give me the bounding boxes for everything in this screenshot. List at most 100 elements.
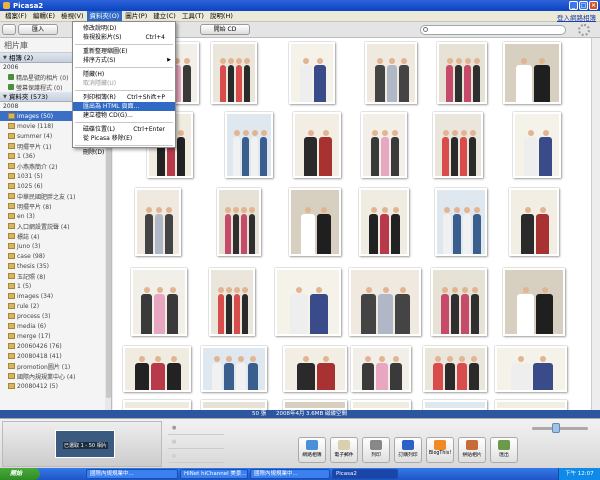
dropdown-menu-item[interactable]: 排序方式(S) ▶	[73, 56, 175, 65]
photo-thumbnail[interactable]	[351, 346, 411, 392]
search-input[interactable]	[420, 25, 566, 35]
photo-thumbnail[interactable]	[123, 346, 191, 392]
print-button[interactable]: 列印	[362, 437, 390, 463]
order-prints-button[interactable]: 訂購列印	[394, 437, 422, 463]
photo-thumbnail[interactable]	[225, 112, 273, 178]
minimize-button[interactable]: _	[569, 1, 578, 10]
folder-item[interactable]: process (3)	[0, 311, 111, 321]
folder-item[interactable]: 玉記照 (8)	[0, 271, 111, 281]
folder-item[interactable]: Juno (3)	[0, 241, 111, 251]
photo-thumbnail[interactable]	[211, 42, 257, 104]
dropdown-menu-item[interactable]: 修改說明(D)	[73, 24, 175, 33]
folder-item[interactable]: 1031 (5)	[0, 171, 111, 181]
grid-scrollbar[interactable]	[591, 38, 600, 410]
collage-button[interactable]: 拼貼相片	[458, 437, 486, 463]
folder-item[interactable]: 20060426 (76)	[0, 341, 111, 351]
taskbar-item[interactable]: HiNet hiChannel 美景...	[180, 469, 248, 479]
dropdown-menu-item[interactable]: 從 Picasa 移除(E)	[73, 134, 175, 143]
photo-thumbnail[interactable]	[513, 112, 561, 178]
close-button[interactable]: ×	[589, 1, 598, 10]
photo-thumbnail[interactable]	[289, 188, 341, 256]
dropdown-menu-item[interactable]: 匯出為 HTML 頁面...	[73, 102, 175, 111]
taskbar-item[interactable]: 國際內規規業中...	[86, 469, 178, 479]
photo-thumbnail[interactable]	[131, 268, 187, 336]
menu-tools[interactable]: 工具(T)	[179, 11, 207, 21]
photo-thumbnail[interactable]	[209, 268, 255, 336]
folder-item[interactable]: 1 (5)	[0, 281, 111, 291]
scrollbar-thumb[interactable]	[106, 138, 111, 398]
clear-button[interactable]: ◎	[168, 435, 224, 449]
folder-item[interactable]: rule (2)	[0, 301, 111, 311]
sign-in-web-albums-link[interactable]: 登入網路相簿	[557, 12, 596, 22]
photo-thumbnail[interactable]	[351, 400, 411, 410]
taskbar-item[interactable]: 國際內規規業中...	[250, 469, 330, 479]
photo-thumbnail[interactable]	[437, 42, 487, 104]
photo-thumbnail[interactable]	[361, 112, 407, 178]
photo-thumbnail[interactable]	[433, 112, 483, 178]
folder-item[interactable]: media (6)	[0, 321, 111, 331]
folder-item[interactable]: 20080418 (41)	[0, 351, 111, 361]
dropdown-menu-item[interactable]: 檢視投影片(S) Ctrl+4	[73, 33, 175, 42]
folder-item[interactable]: images (34)	[0, 291, 111, 301]
photo-thumbnail[interactable]	[423, 400, 487, 410]
photo-thumbnail[interactable]	[509, 188, 559, 256]
folder-item[interactable]: en (3)	[0, 211, 111, 221]
photo-thumbnail[interactable]	[217, 188, 261, 256]
folder-item[interactable]: 20080412 (5)	[0, 381, 111, 391]
photo-thumbnail[interactable]	[495, 400, 567, 410]
photo-thumbnail[interactable]	[201, 346, 267, 392]
photo-thumbnail[interactable]	[423, 346, 487, 392]
folder-item[interactable]: 1025 (6)	[0, 181, 111, 191]
folder-item[interactable]: promotion圖片 (1)	[0, 361, 111, 371]
library-scrollbar[interactable]	[105, 138, 111, 410]
folder-item[interactable]: merge (17)	[0, 331, 111, 341]
photo-thumbnail[interactable]	[359, 188, 409, 256]
folder-item[interactable]: 小燕燕簡介 (2)	[0, 161, 111, 171]
start-button[interactable]: 開始	[0, 468, 40, 480]
hold-button[interactable]: ●	[168, 421, 224, 435]
photo-thumbnail[interactable]	[349, 268, 421, 336]
photo-thumbnail[interactable]	[283, 400, 347, 410]
photo-thumbnail[interactable]	[293, 112, 341, 178]
photo-thumbnail[interactable]	[503, 268, 565, 336]
folder-item[interactable]: 明擺平片 (8)	[0, 201, 111, 211]
photo-thumbnail[interactable]	[495, 346, 567, 392]
zoom-slider[interactable]	[532, 427, 588, 430]
blogthis-button[interactable]: BlogThis!	[426, 437, 454, 463]
import-button[interactable]: 匯入	[18, 24, 58, 35]
photo-thumbnail[interactable]	[123, 400, 191, 410]
menu-create[interactable]: 建立(C)	[150, 11, 179, 21]
photo-thumbnail[interactable]	[503, 42, 561, 104]
menu-picture[interactable]: 圖片(P)	[122, 11, 150, 21]
export-button[interactable]: 匯出	[490, 437, 518, 463]
folder-item[interactable]: 入口網設置説聲 (4)	[0, 221, 111, 231]
maximize-button[interactable]: □	[579, 1, 588, 10]
email-button[interactable]: 電子郵件	[330, 437, 358, 463]
gift-cd-button[interactable]: 開始 CD	[200, 24, 250, 35]
photo-thumbnail[interactable]	[431, 268, 487, 336]
folder-item[interactable]: 中華民國肥胖之友 (1)	[0, 191, 111, 201]
zoom-slider-knob[interactable]	[552, 423, 560, 433]
dropdown-menu-item[interactable]: 重新整理縮圖(E)	[73, 47, 175, 56]
menu-help[interactable]: 說明(H)	[207, 11, 236, 21]
menu-view[interactable]: 檢視(V)	[58, 11, 87, 21]
dropdown-menu-item[interactable]: 隱藏(H)	[73, 70, 175, 79]
web-album-button[interactable]: 網路相簿	[298, 437, 326, 463]
add-to-button[interactable]: ◇	[168, 449, 224, 463]
folder-item[interactable]: thesis (35)	[0, 261, 111, 271]
folder-item[interactable]: case (98)	[0, 251, 111, 261]
photo-thumbnail[interactable]	[275, 268, 341, 336]
menu-edit[interactable]: 編輯(E)	[30, 11, 58, 21]
photo-thumbnail[interactable]	[135, 188, 181, 256]
dropdown-menu-item[interactable]: 磁碟位置(L) Ctrl+Enter	[73, 125, 175, 134]
dropdown-menu-item[interactable]: 刪除(D)	[73, 148, 175, 157]
menu-folder[interactable]: 資料夾(O)	[86, 11, 123, 21]
gear-icon[interactable]	[578, 24, 590, 36]
menu-file[interactable]: 檔案(F)	[2, 11, 30, 21]
dropdown-menu-item[interactable]: 列印相簿(R) Ctrl+Shift+P	[73, 93, 175, 102]
photo-thumbnail[interactable]	[365, 42, 417, 104]
taskbar-item-picasa[interactable]: Picasa2	[332, 469, 398, 479]
photo-thumbnail[interactable]	[201, 400, 267, 410]
photo-thumbnail[interactable]	[283, 346, 347, 392]
photo-thumbnail[interactable]	[435, 188, 487, 256]
